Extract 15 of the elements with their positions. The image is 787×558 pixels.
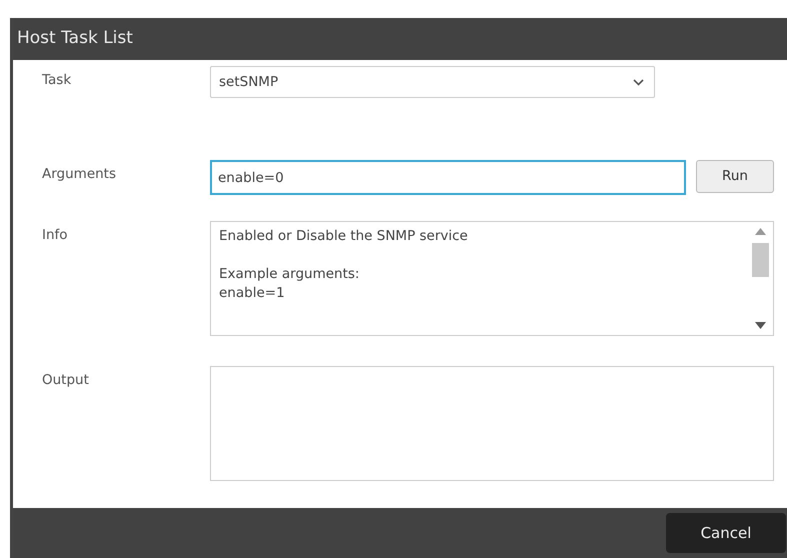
task-dropdown[interactable]: setSNMP (210, 66, 655, 98)
dialog-title: Host Task List (17, 27, 133, 50)
arguments-input[interactable]: enable=0 (210, 160, 686, 195)
info-textarea[interactable]: Enabled or Disable the SNMP service Example arguments: enable=1 (210, 221, 774, 336)
output-textarea[interactable] (210, 366, 774, 481)
run-button[interactable]: Run (696, 160, 774, 193)
scrollbar-thumb[interactable] (752, 243, 768, 277)
field-label: Task (42, 71, 72, 90)
cancel-button[interactable]: Cancel (666, 513, 786, 553)
field-label: Info (42, 226, 69, 245)
field-label: Arguments (42, 165, 118, 184)
scroll-down-icon[interactable] (754, 322, 766, 329)
field-label: Output (42, 371, 90, 390)
chevron-down-icon (633, 78, 644, 86)
scroll-up-icon[interactable] (754, 228, 766, 235)
